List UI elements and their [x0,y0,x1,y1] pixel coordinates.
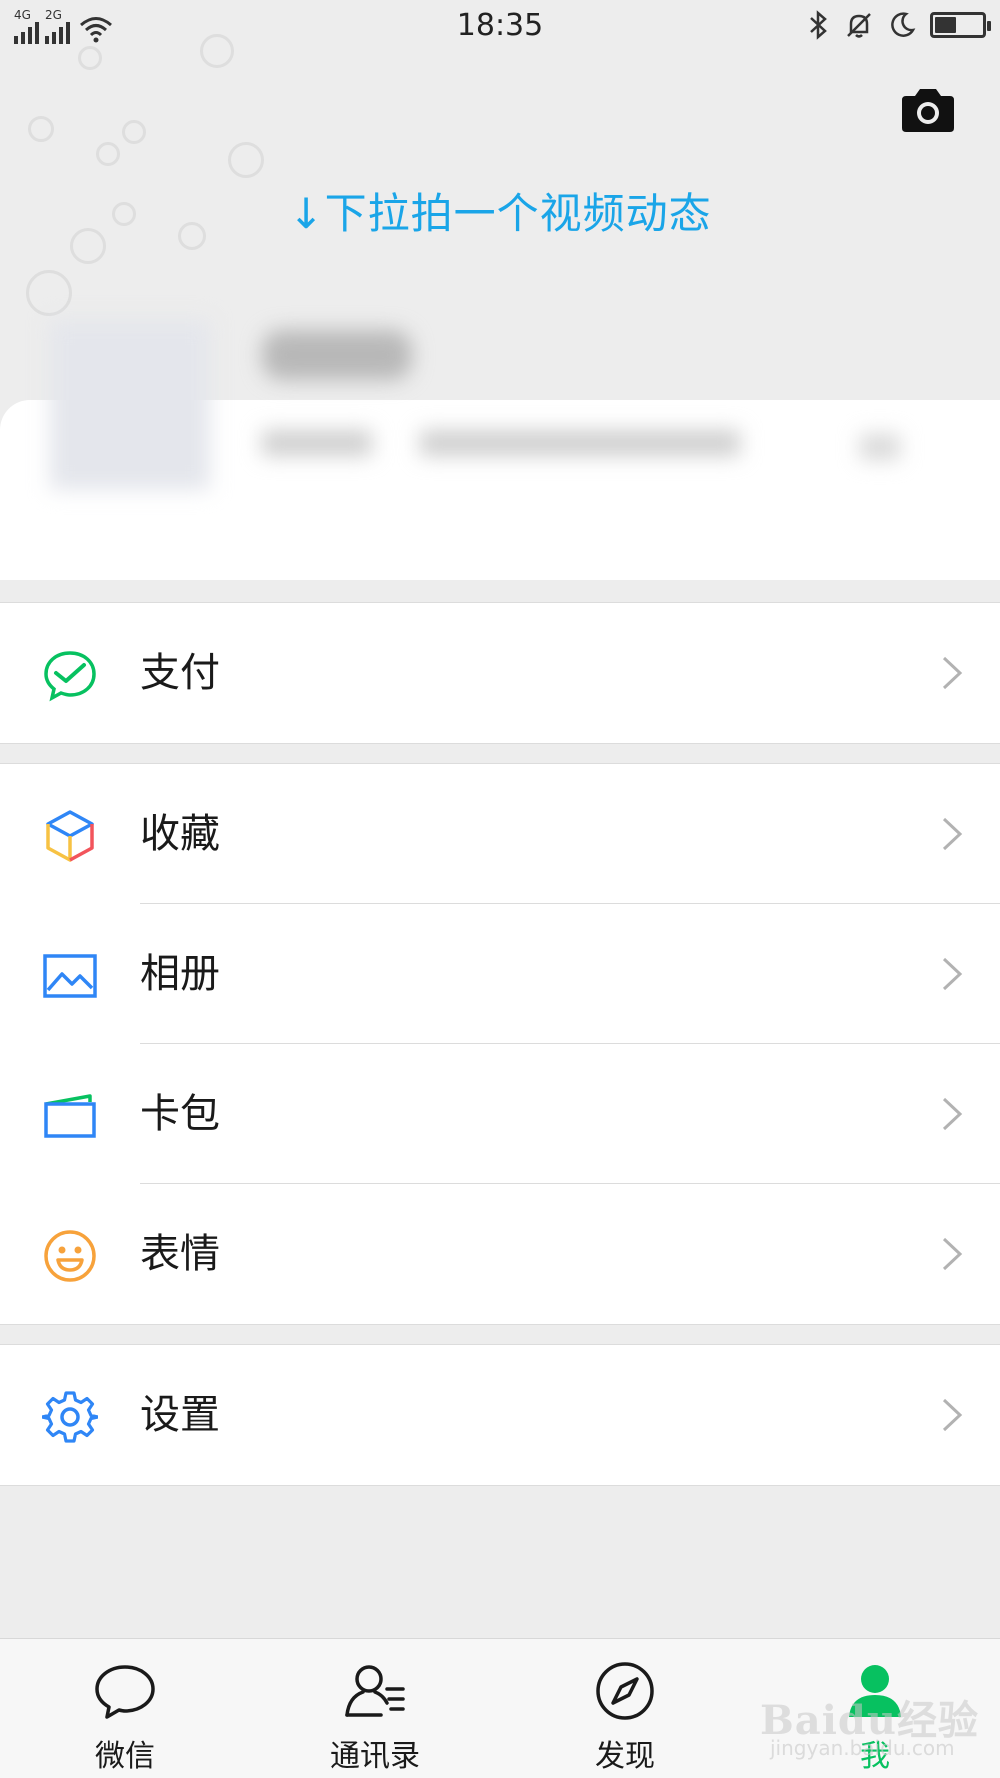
qr-code-icon[interactable] [860,434,900,460]
wechat-id-label-blurred [262,430,372,456]
profile-card[interactable] [0,320,1000,580]
decorative-bubble [122,120,146,144]
camera-icon [902,89,954,132]
menu-item-favorites[interactable]: 收藏 [0,764,1000,904]
watermark-url: jingyan.baidu.com [770,1736,955,1760]
image-icon [43,954,97,998]
menu-item-label: 收藏 [140,811,220,857]
menu-item-label: 设置 [140,1392,220,1438]
menu-item-stickers[interactable]: 表情 [0,1184,1000,1324]
chevron-right-icon [942,1237,963,1271]
tab-chats[interactable]: 微信 [0,1639,250,1778]
card-icon [44,1094,96,1138]
menu-item-label: 卡包 [140,1091,220,1137]
wechat-pay-icon [44,651,96,702]
pull-down-video-hint[interactable]: ↓下拉拍一个视频动态 [0,180,1000,241]
menu-item-pay[interactable]: 支付 [0,603,1000,743]
gear-icon [42,1391,98,1443]
tab-label: 发现 [595,1739,655,1774]
tab-label: 微信 [95,1739,155,1774]
decorative-bubble [28,116,54,142]
compass-icon [596,1662,654,1720]
menu-item-settings[interactable]: 设置 [0,1345,1000,1485]
decorative-bubble [26,270,72,316]
bell-muted-icon [847,13,871,38]
status-bar: 4G 2G 18:35 [0,0,1000,54]
battery-icon [930,12,991,38]
battery-level [935,17,956,33]
chevron-right-icon [942,1097,963,1131]
contacts-icon [345,1665,405,1717]
decorative-bubble [96,142,120,166]
system-status [808,10,991,40]
decorative-bubble [228,142,264,178]
menu-item-label: 支付 [140,650,220,696]
wechat-id-value-blurred [420,430,740,456]
menu-item-card-wallet[interactable]: 卡包 [0,1044,1000,1184]
avatar[interactable] [50,320,210,490]
chevron-right-icon [942,817,963,851]
menu-item-label: 相册 [140,951,220,997]
moon-icon [891,12,916,37]
menu-item-album[interactable]: 相册 [0,904,1000,1044]
chevron-right-icon [942,957,963,991]
smiley-icon [44,1230,96,1282]
chevron-right-icon [942,656,963,690]
nickname-blurred [262,330,412,380]
menu-group-main: 收藏 相册 卡包 表情 [0,763,1000,1325]
tab-discover[interactable]: 发现 [500,1639,750,1778]
chat-bubble-icon [95,1665,155,1719]
tab-label: 通讯录 [330,1739,420,1774]
menu-item-label: 表情 [140,1231,220,1277]
camera-button[interactable] [898,86,958,134]
profile-header-area: 4G 2G 18:35 ↓下拉拍一个视频动态 [0,0,1000,580]
cube-icon [46,810,94,862]
tab-contacts[interactable]: 通讯录 [250,1639,500,1778]
chevron-right-icon [942,1398,963,1432]
menu-group-settings: 设置 [0,1344,1000,1486]
menu-group-pay: 支付 [0,602,1000,744]
bluetooth-icon [810,10,827,40]
